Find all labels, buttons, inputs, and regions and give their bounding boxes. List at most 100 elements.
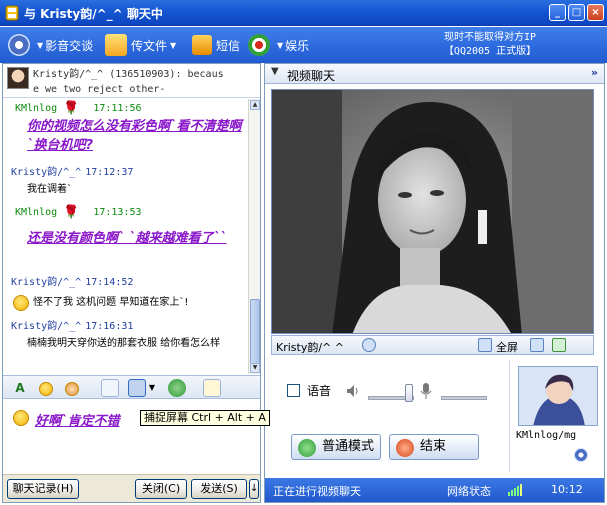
network-status-label[interactable]: 网络状态 [447, 483, 491, 499]
normal-mode-button[interactable]: 普通模式 [291, 434, 381, 460]
rose-icon: 🌹 [63, 101, 80, 116]
toolbar: ▼ 影音交谈 传文件 ▼ 短信 ▼ 娱乐 现时不能取得对方IP 【QQ2005 … [0, 27, 607, 63]
chevron-down-icon[interactable]: ▼ [147, 379, 157, 397]
toolbar-label: 娱乐 [285, 38, 310, 53]
smile-face-icon [13, 410, 29, 426]
video-panel-title: 视频聊天 [287, 69, 336, 83]
message-time: 17:16:31 [85, 321, 134, 332]
chevron-down-icon: ▼ [37, 40, 44, 50]
minimize-button[interactable]: _ [549, 4, 566, 21]
toolbar-label: 短信 [216, 38, 241, 53]
scrollbar-thumb[interactable] [250, 299, 260, 369]
message-text: 怪不了我 这机问题 早知道在家上`! [33, 297, 189, 308]
microphone-icon[interactable] [418, 382, 434, 400]
chat-history-button[interactable]: 聊天记录(H) [7, 479, 79, 499]
peer-video-name: Kristy韵/^ ^ [276, 341, 344, 354]
speaker-volume-thumb[interactable] [405, 384, 413, 402]
message-time: 17:14:52 [85, 277, 134, 288]
entertainment-icon [248, 34, 270, 56]
message-header: KMlnlog 🌹 17:13:53 [3, 205, 248, 221]
window-title: 与 Kristy韵/^_^ 聊天中 [24, 7, 163, 21]
fullscreen-label[interactable]: 全屏 [496, 339, 518, 355]
ad-line-1: 现时不能取得对方IP [443, 32, 537, 43]
mic-volume-slider[interactable] [441, 396, 487, 400]
chat-history[interactable]: KMlnlog 🌹 17:11:56 你的视频怎么没有彩色啊`看不清楚啊`换台机吧?… [3, 99, 248, 374]
close-window-button[interactable]: × [587, 4, 604, 21]
scroll-down-arrow-icon[interactable]: ▼ [250, 363, 260, 373]
end-video-label: 结束 [420, 439, 447, 454]
ad-line-2: 【QQ2005 正式版】 [443, 46, 537, 57]
message-header: Kristy韵/^_^ 17:16:31 [3, 319, 248, 335]
chat-message: KMlnlog 🌹 17:11:56 你的视频怎么没有彩色啊`看不清楚啊`换台机吧? [3, 101, 248, 155]
video-control-bar: Kristy韵/^ ^ 全屏 [271, 335, 594, 355]
remote-video[interactable] [271, 89, 594, 334]
message-sender: Kristy韵/^_^ [11, 277, 82, 288]
self-video-name: KMlnlog/mg [516, 430, 577, 441]
title-bar[interactable]: 与 Kristy韵/^_^ 聊天中 _ □ × [0, 0, 607, 26]
webcam-icon [8, 34, 30, 56]
message-sender: Kristy韵/^_^ [11, 167, 82, 178]
message-time: 17:12:37 [85, 167, 134, 178]
video-controls: 语音 普通模式 结束 [265, 360, 506, 470]
download-arrow-icon [298, 439, 316, 457]
history-note-icon[interactable] [203, 379, 221, 397]
message-input-text: 好啊`肯定不错 [35, 414, 120, 429]
toolbar-entertainment-button[interactable]: ▼ 娱乐 [248, 33, 309, 57]
message-sender: KMlnlog [15, 207, 58, 218]
chat-scrollbar[interactable]: ▲ ▼ [248, 99, 260, 374]
toolbar-label: 影音交谈 [45, 38, 94, 53]
screen-capture-icon[interactable] [128, 379, 146, 397]
signal-strength-icon [508, 484, 522, 496]
self-video[interactable] [518, 366, 598, 426]
fullscreen-icon[interactable] [478, 338, 492, 352]
chat-bubble-icon[interactable] [168, 379, 186, 397]
toolbar-video-voice-button[interactable]: ▼ 影音交谈 [8, 33, 93, 57]
maximize-button[interactable]: □ [568, 4, 585, 21]
enlarge-video-icon[interactable] [552, 338, 566, 352]
end-video-button[interactable]: 结束 [389, 434, 479, 460]
power-icon [396, 439, 414, 457]
send-image-icon[interactable] [101, 379, 119, 397]
chevron-down-icon: ▼ [170, 40, 177, 50]
emoticon-icon[interactable] [37, 379, 55, 397]
chevron-down-icon: ▼ [277, 40, 284, 50]
voice-label: 语音 [307, 384, 332, 398]
webcam-small-icon[interactable] [574, 448, 588, 462]
video-panel-header: ▼ 视频聊天 » [265, 64, 604, 84]
magic-emoticon-icon[interactable] [63, 379, 81, 397]
format-toolbar: A ▼ [3, 375, 260, 399]
rose-icon: 🌹 [63, 205, 80, 220]
message-time: 17:11:56 [93, 103, 142, 114]
chat-message: Kristy韵/^_^ 17:14:52 怪不了我 这机问题 早知道在家上`! [3, 275, 248, 311]
scroll-up-arrow-icon[interactable]: ▲ [250, 100, 260, 110]
chat-panel: Kristy韵/^_^ (136510903): becaus e we two… [2, 63, 261, 503]
file-transfer-icon [105, 34, 127, 56]
toolbar-sms-button[interactable]: 短信 [192, 33, 240, 57]
collapse-triangle-icon[interactable]: ▼ [271, 66, 279, 77]
toolbar-file-transfer-button[interactable]: 传文件 ▼ [105, 33, 178, 57]
message-text: 我在调着` [27, 184, 72, 195]
message-text: 你的视频怎么没有彩色啊`看不清楚啊`换台机吧? [27, 119, 242, 153]
message-time: 17:13:53 [93, 207, 142, 218]
font-icon[interactable]: A [11, 379, 29, 397]
chat-message: Kristy韵/^_^ 17:16:31 楠楠我明天穿你送的那套衣服 给你看怎么样 [3, 319, 248, 352]
swap-video-icon[interactable] [530, 338, 544, 352]
message-text: 楠楠我明天穿你送的那套衣服 给你看怎么样 [27, 338, 221, 349]
chat-message: KMlnlog 🌹 17:13:53 还是没有颜色啊` `越来越难看了`` [3, 205, 248, 248]
message-sender: Kristy韵/^_^ [11, 321, 82, 332]
toolbar-label: 传文件 [131, 38, 168, 53]
ad-text: 现时不能取得对方IP 【QQ2005 正式版】 [410, 31, 570, 59]
contact-avatar[interactable] [7, 67, 29, 89]
send-button[interactable]: 发送(S) [191, 479, 247, 499]
webcam-small-icon[interactable] [362, 338, 376, 352]
self-video-panel: KMlnlog/mg [509, 360, 604, 472]
close-chat-button[interactable]: 关闭(C) [135, 479, 187, 499]
video-panel: ▼ 视频聊天 » Kristy韵/^ ^ 全屏 语音 普通模式 结束 KMlnl… [264, 63, 605, 503]
expand-chevron-icon[interactable]: » [591, 66, 598, 79]
message-header: KMlnlog 🌹 17:11:56 [3, 101, 248, 117]
message-sender: KMlnlog [15, 103, 58, 114]
send-options-button[interactable]: ↓ [249, 479, 259, 499]
voice-checkbox[interactable] [287, 384, 300, 397]
speaker-icon[interactable] [345, 383, 361, 399]
screen-capture-tooltip: 捕捉屏幕 Ctrl + Alt + A [140, 410, 270, 426]
